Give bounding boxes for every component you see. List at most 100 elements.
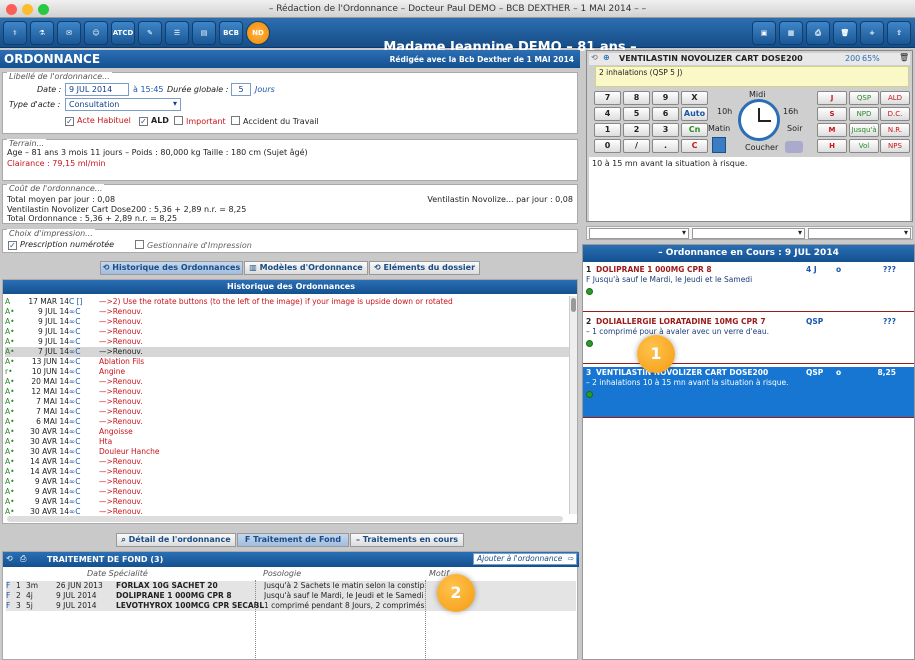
fond-row[interactable]: F 2 4j 9 JUL 2014 DOLIPRANE 1 000MG CPR 8 Jus…	[6, 591, 576, 601]
flag-button[interactable]: QSP	[849, 91, 879, 105]
accident-checkbox[interactable]: Accident du Travail	[231, 116, 319, 126]
flag-button[interactable]: Vol	[849, 139, 879, 153]
historique-scrollbar[interactable]	[569, 296, 577, 514]
key-Cn[interactable]: Cn	[681, 123, 708, 137]
history-row[interactable]: A• 30 AVR 14∞C Angoisse	[5, 427, 575, 437]
key-4[interactable]: 4	[594, 107, 621, 121]
period-M-button[interactable]: M	[817, 123, 847, 137]
history-row[interactable]: A• 9 JUL 14∞C —>Renouv.	[5, 307, 575, 317]
print-icon[interactable]: ⎙	[806, 21, 830, 45]
flag-button[interactable]: N.R.	[880, 123, 910, 137]
key-C[interactable]: C	[681, 139, 708, 153]
atcd-button[interactable]: ATCD	[111, 21, 135, 45]
history-row[interactable]: A• 20 MAI 14∞C —>Renouv.	[5, 377, 575, 387]
history-row[interactable]: A• 30 AVR 14∞C Douleur Hanche	[5, 447, 575, 457]
encours-item[interactable]: 1 DOLIPRANE 1 000MG CPR 8 4 J o??? F Jusqu'à…	[583, 264, 914, 312]
bed-icon[interactable]	[785, 141, 803, 153]
fond-row[interactable]: F 3 5j 9 JUL 2014 LEVOTHYROX 100MCG CPR SECA…	[6, 601, 576, 611]
certificate-icon[interactable]: ☰	[165, 21, 189, 45]
key-.[interactable]: .	[652, 139, 679, 153]
history-row[interactable]: A• 14 AVR 14∞C —>Renouv.	[5, 457, 575, 467]
export-icon[interactable]: ⇧	[887, 21, 911, 45]
history-row[interactable]: A• 9 JUL 14∞C —>Renouv.	[5, 317, 575, 327]
period-H-button[interactable]: H	[817, 139, 847, 153]
tab-historique[interactable]: ⟲ Historique des Ordonnances	[100, 261, 243, 275]
history-row[interactable]: A• 13 JUN 14∞C Ablation Fils	[5, 357, 575, 367]
flag-button[interactable]: NPS	[880, 139, 910, 153]
history-row[interactable]: A 17 MAR 14C [] —>2) Use the rotate button…	[5, 297, 575, 307]
key-6[interactable]: 6	[652, 107, 679, 121]
fond-row[interactable]: F 1 3m 26 JUN 2013 FORLAX 10G SACHET 20 Jusqu…	[6, 581, 576, 591]
print-icon[interactable]: ⎙	[20, 554, 26, 564]
history-row[interactable]: r• 10 JUN 14∞C Angine	[5, 367, 575, 377]
history-row[interactable]: A• 9 JUL 14∞C —>Renouv.	[5, 327, 575, 337]
history-row[interactable]: A• 9 AVR 14∞C —>Renouv.	[5, 487, 575, 497]
history-row[interactable]: A• 7 MAI 14∞C —>Renouv.	[5, 397, 575, 407]
history-row[interactable]: A• 14 AVR 14∞C —>Renouv.	[5, 467, 575, 477]
tab-encours[interactable]: – Traitements en cours	[350, 533, 464, 547]
key-/[interactable]: /	[623, 139, 650, 153]
key-7[interactable]: 7	[594, 91, 621, 105]
refresh-icon[interactable]: ⟲	[6, 554, 13, 563]
period-J-button[interactable]: J	[817, 91, 847, 105]
history-row[interactable]: A• 12 MAI 14∞C —>Renouv.	[5, 387, 575, 397]
posologie-text-area[interactable]: 2 inhalations (QSP 5 J)	[595, 66, 909, 87]
scroll-thumb[interactable]	[571, 298, 576, 312]
bcb-button[interactable]: BCB	[219, 21, 243, 45]
history-row[interactable]: A• 7 JUL 14∞C —>Renouv.	[5, 347, 575, 357]
calculator-icon[interactable]: ▦	[779, 21, 803, 45]
tab-modeles[interactable]: ▥ Modèles d'Ordonnance	[244, 261, 368, 275]
gestionnaire-checkbox[interactable]: Gestionnaire d'Impression	[135, 240, 252, 250]
filter-select-3[interactable]: ▾	[808, 228, 911, 239]
key-3[interactable]: 3	[652, 123, 679, 137]
flag-button[interactable]: Jusqu'à	[849, 123, 879, 137]
flag-button[interactable]: NPD	[849, 107, 879, 121]
key-0[interactable]: 0	[594, 139, 621, 153]
document-person-icon[interactable]: ▣	[752, 21, 776, 45]
period-S-button[interactable]: S	[817, 107, 847, 121]
stethoscope-icon[interactable]: ⚕	[3, 21, 27, 45]
add-icon[interactable]: ⊕	[603, 53, 610, 62]
key-1[interactable]: 1	[594, 123, 621, 137]
flag-button[interactable]: ALD	[880, 91, 910, 105]
filter-select-1[interactable]: ▾	[589, 228, 689, 239]
history-row[interactable]: A• 9 JUL 14∞C —>Renouv.	[5, 337, 575, 347]
history-row[interactable]: A• 9 AVR 14∞C —>Renouv.	[5, 477, 575, 487]
key-9[interactable]: 9	[652, 91, 679, 105]
add-to-ordonnance-button[interactable]: Ajouter à l'ordonnance ⇨	[473, 553, 577, 565]
flag-button[interactable]: D.C.	[880, 107, 910, 121]
historique-hscroll[interactable]	[7, 516, 563, 522]
book-icon[interactable]: ▤	[192, 21, 216, 45]
nd-button[interactable]: ND	[246, 21, 270, 45]
trash-icon[interactable]: 🗑	[899, 53, 909, 62]
back-icon[interactable]: ⟲	[591, 53, 598, 62]
numerotee-checkbox[interactable]: ✓ Prescription numérotée	[8, 240, 114, 250]
family-icon[interactable]: ☺	[84, 21, 108, 45]
close-window-button[interactable]	[6, 4, 17, 15]
instruction-box[interactable]: 10 à 15 mn avant la situation à risque.	[589, 157, 910, 221]
ald-checkbox[interactable]: ✓ ALD	[139, 116, 169, 126]
mail-icon[interactable]: ✉	[57, 21, 81, 45]
zoom-window-button[interactable]	[38, 4, 49, 15]
encours-item[interactable]: 2 DOLIALLERGIE LORATADINE 10MG CPR 7 QSP??…	[583, 316, 914, 364]
trash-icon[interactable]: 🗑	[833, 21, 857, 45]
key-X[interactable]: X	[681, 91, 708, 105]
clock-icon[interactable]	[738, 99, 780, 141]
history-row[interactable]: A• 7 MAI 14∞C —>Renouv.	[5, 407, 575, 417]
tab-elements[interactable]: ⟲ Eléments du dossier	[369, 261, 480, 275]
acte-habituel-checkbox[interactable]: ✓ Acte Habituel	[65, 116, 131, 126]
tab-detail[interactable]: ⌕ Détail de l'ordonnance	[116, 533, 236, 547]
important-checkbox[interactable]: Important	[174, 116, 226, 126]
key-5[interactable]: 5	[623, 107, 650, 121]
encours-item[interactable]: 3 VENTILASTIN NOVOLIZER CART DOSE200 QSP o 8…	[583, 367, 914, 418]
history-row[interactable]: A• 30 AVR 14∞C Hta	[5, 437, 575, 447]
filter-select-2[interactable]: ▾	[692, 228, 805, 239]
mail-send-icon[interactable]: ✎	[138, 21, 162, 45]
minimize-window-button[interactable]	[22, 4, 33, 15]
type-acte-select[interactable]: Consultation ▾	[65, 98, 181, 111]
duree-input[interactable]: 5	[231, 83, 251, 96]
tab-fond[interactable]: F Traitement de Fond	[237, 533, 349, 547]
key-2[interactable]: 2	[623, 123, 650, 137]
history-row[interactable]: A• 6 MAI 14∞C —>Renouv.	[5, 417, 575, 427]
date-input[interactable]: 9 JUL 2014	[65, 83, 129, 96]
